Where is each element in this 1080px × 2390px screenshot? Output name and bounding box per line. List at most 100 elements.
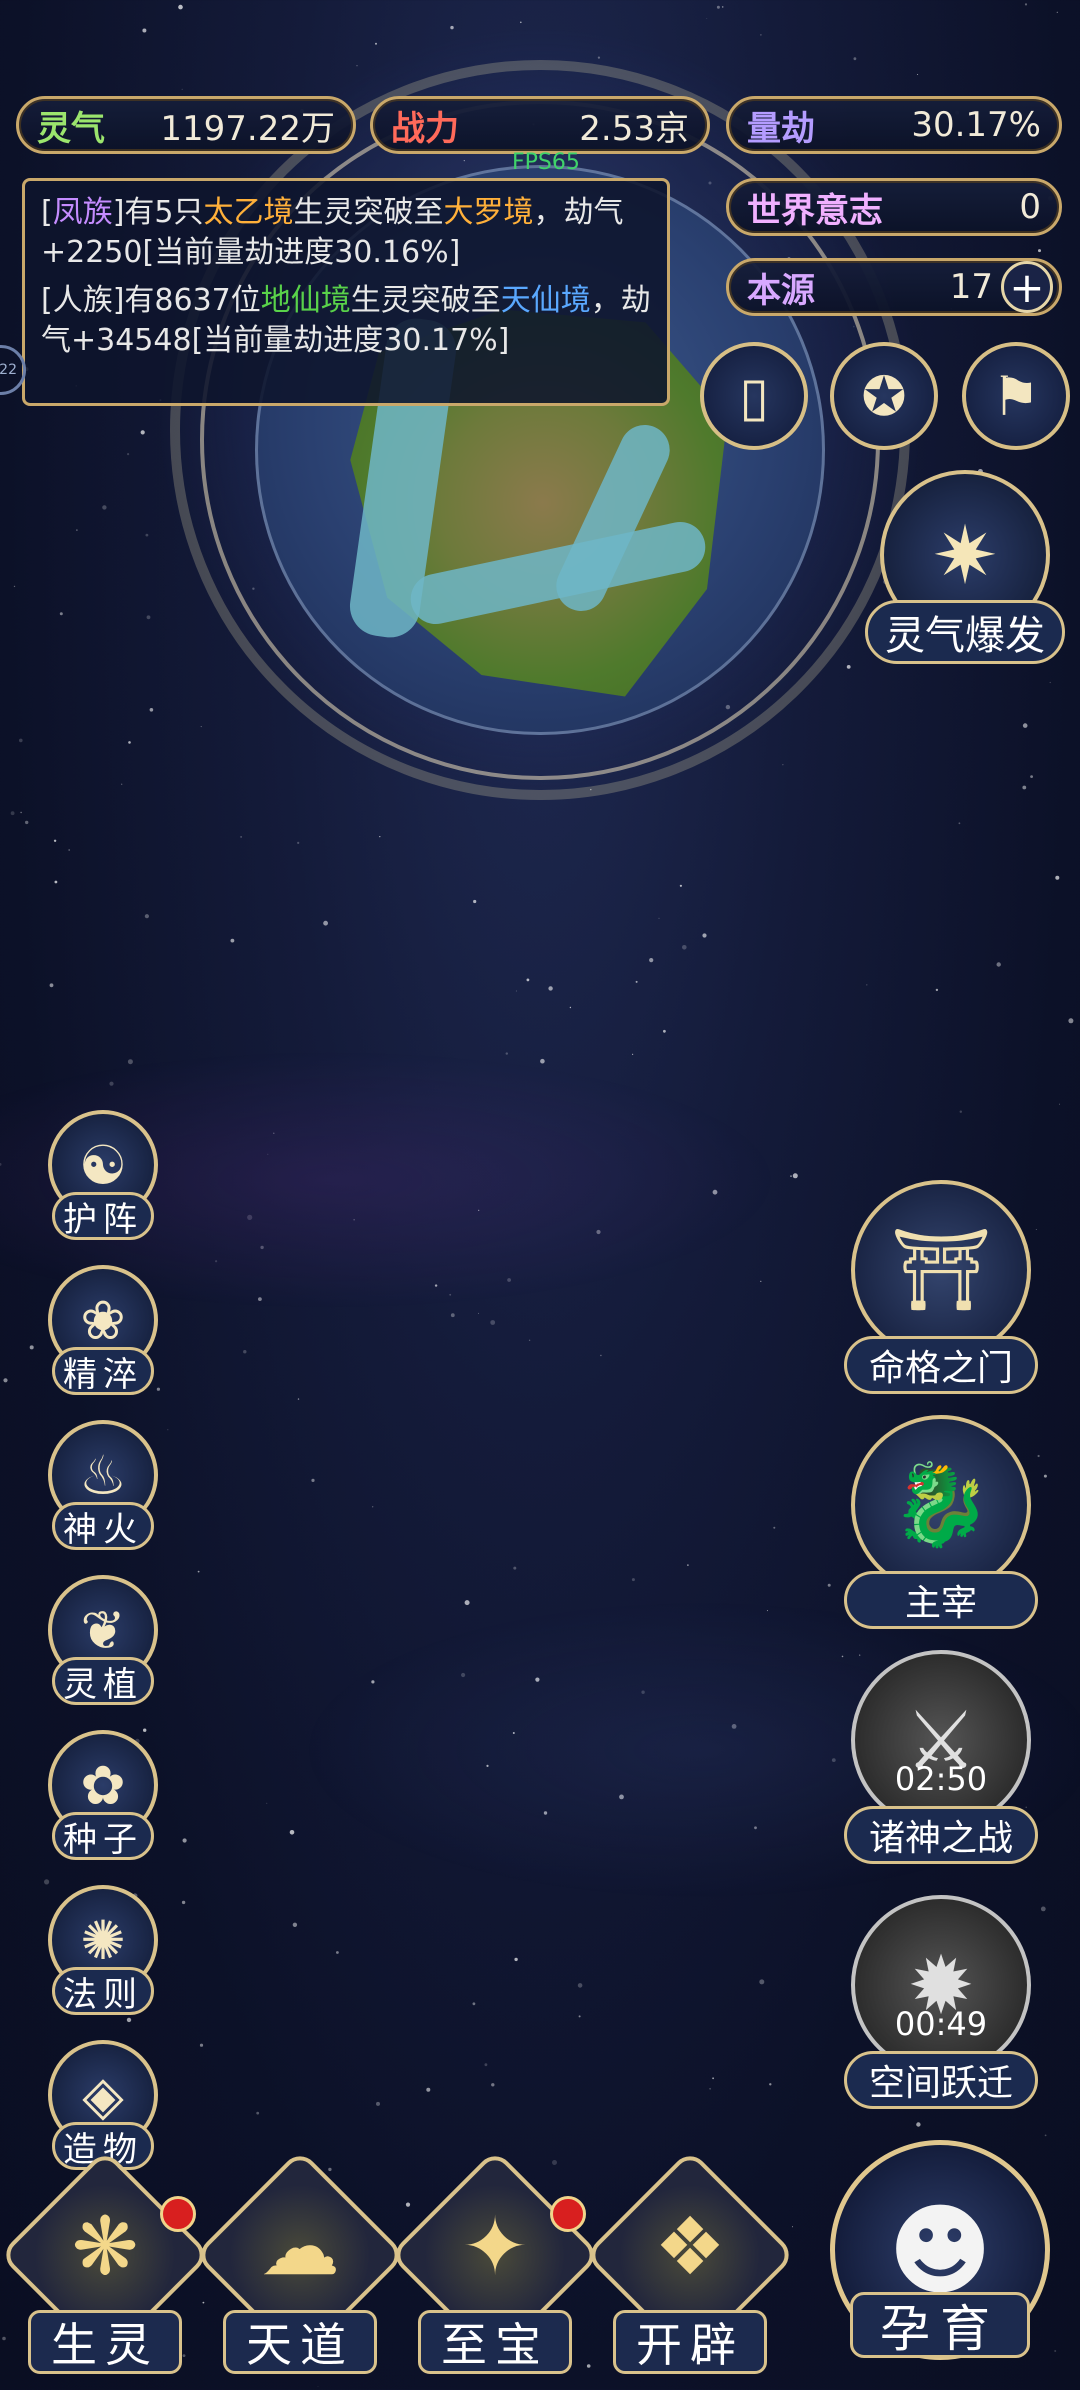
star (578, 2015, 581, 2018)
star (464, 1600, 470, 1606)
star (1055, 875, 1060, 880)
star (13, 585, 16, 588)
nav-kaipi[interactable]: ❖ 开辟 (583, 2148, 797, 2380)
right-button-label: 命格之门 (844, 1336, 1038, 1394)
star (916, 2122, 921, 2127)
star (128, 741, 131, 744)
star (520, 21, 522, 24)
nav-label: 生灵 (28, 2310, 182, 2374)
star (1044, 2134, 1047, 2137)
star (473, 899, 477, 904)
star (20, 811, 22, 814)
star (769, 2083, 772, 2086)
log-text: [ (41, 283, 53, 318)
nav-zhibao[interactable]: ✦ 至宝 (388, 2148, 602, 2380)
star (478, 1312, 479, 1314)
lingqi-stat: 灵气 1197.22万 (16, 96, 356, 154)
vortex-icon[interactable]: ✪ (830, 342, 938, 450)
right-button-mingge[interactable]: ⛩ 命格之门 (836, 1180, 1046, 1394)
star (140, 430, 145, 435)
star (792, 1173, 798, 1179)
star (68, 849, 71, 851)
star (1030, 775, 1033, 778)
nav-shengling[interactable]: ❋ 生灵 (0, 2148, 212, 2380)
yunyu-button[interactable]: ☻ 孕育 (820, 2140, 1060, 2390)
right-button-zhushen[interactable]: ⚔ 02:50 诸神之战 (836, 1650, 1046, 1864)
nav-label: 至宝 (418, 2310, 572, 2374)
star (552, 2160, 557, 2165)
star (649, 958, 654, 963)
star (2, 2336, 6, 2341)
star (240, 836, 242, 838)
side-button-huzhen[interactable]: ☯ 护阵 (38, 1110, 168, 1250)
star (376, 2101, 380, 2106)
creation-flame-icon: ❖ (654, 2200, 726, 2293)
side-button-shenhuo[interactable]: ♨ 神火 (38, 1420, 168, 1560)
star (199, 2043, 204, 2047)
sword-icon: ⚔ 02:50 (851, 1650, 1031, 1830)
star (44, 1879, 50, 1885)
side-button-label: 神火 (52, 1502, 154, 1550)
star (379, 836, 381, 838)
star (540, 1058, 545, 1064)
star (514, 1957, 518, 1962)
cooldown-timer: 00:49 (894, 2005, 988, 2043)
lingqi-baofa-button[interactable]: ✷ 灵气爆发 (860, 470, 1070, 664)
star (760, 1280, 762, 1282)
log-race: 人族 (52, 283, 113, 318)
event-log[interactable]: [凤族]有5只太乙境生灵突破至大罗境，劫气+2250[当前量劫进度30.16%]… (22, 178, 670, 406)
right-button-kongjian[interactable]: ✹ 00:49 空间跃迁 (836, 1895, 1046, 2109)
star (917, 74, 919, 75)
star (663, 1029, 666, 1033)
add-benyuan-button[interactable]: + (1001, 261, 1053, 313)
star (292, 1922, 298, 1928)
side-button-label: 护阵 (52, 1192, 154, 1240)
lingqi-value: 1197.22万 (160, 108, 335, 149)
star (515, 990, 517, 992)
star (53, 839, 57, 842)
star (178, 4, 183, 10)
star (773, 1526, 776, 1529)
star (317, 2386, 319, 2388)
star (1056, 11, 1058, 13)
benyuan-value: 17 (949, 267, 993, 307)
banner-icon[interactable]: ⚑ (962, 342, 1070, 450)
star (505, 1052, 508, 1055)
side-button-faze[interactable]: ✺ 法则 (38, 1885, 168, 2025)
star (181, 88, 183, 90)
side-button-label: 法则 (52, 1967, 154, 2015)
star (149, 708, 154, 712)
dragon-icon: 🐉 (851, 1415, 1031, 1595)
card-icon[interactable]: ▯ (700, 342, 808, 450)
side-button-jingcui[interactable]: ❀ 精淬 (38, 1265, 168, 1405)
star (569, 1006, 572, 1009)
side-button-lingzhi[interactable]: ❦ 灵植 (38, 1575, 168, 1715)
star (1049, 681, 1051, 684)
fps-counter: FPS65 (512, 150, 580, 175)
star (311, 1478, 315, 1482)
nav-tiandao[interactable]: ☁ 天道 (193, 2148, 407, 2380)
star (49, 983, 54, 988)
star (996, 962, 1001, 967)
star (631, 1578, 635, 1582)
side-button-label: 精淬 (52, 1347, 154, 1395)
benyuan-label: 本源 (747, 270, 815, 311)
star (146, 615, 151, 620)
star (586, 2364, 591, 2368)
star (513, 1566, 517, 1570)
star (450, 1313, 455, 1318)
star (721, 6, 724, 8)
liangjie-stat[interactable]: 量劫 30.17% (726, 96, 1062, 154)
star (1024, 3, 1028, 6)
log-text: ]有5只 (112, 195, 204, 230)
log-text: 生灵突破至 (350, 283, 501, 318)
shijie-stat[interactable]: 世界意志 0 (726, 178, 1062, 236)
star (336, 1951, 339, 1954)
star (846, 665, 851, 669)
star (1038, 249, 1041, 253)
log-realm-to: 天仙境 (500, 283, 591, 318)
log-realm-to: 大罗境 (443, 195, 534, 230)
right-button-zhuzai[interactable]: 🐉 主宰 (836, 1415, 1046, 1629)
side-button-zhongzi[interactable]: ✿ 种子 (38, 1730, 168, 1870)
star (712, 2077, 714, 2080)
